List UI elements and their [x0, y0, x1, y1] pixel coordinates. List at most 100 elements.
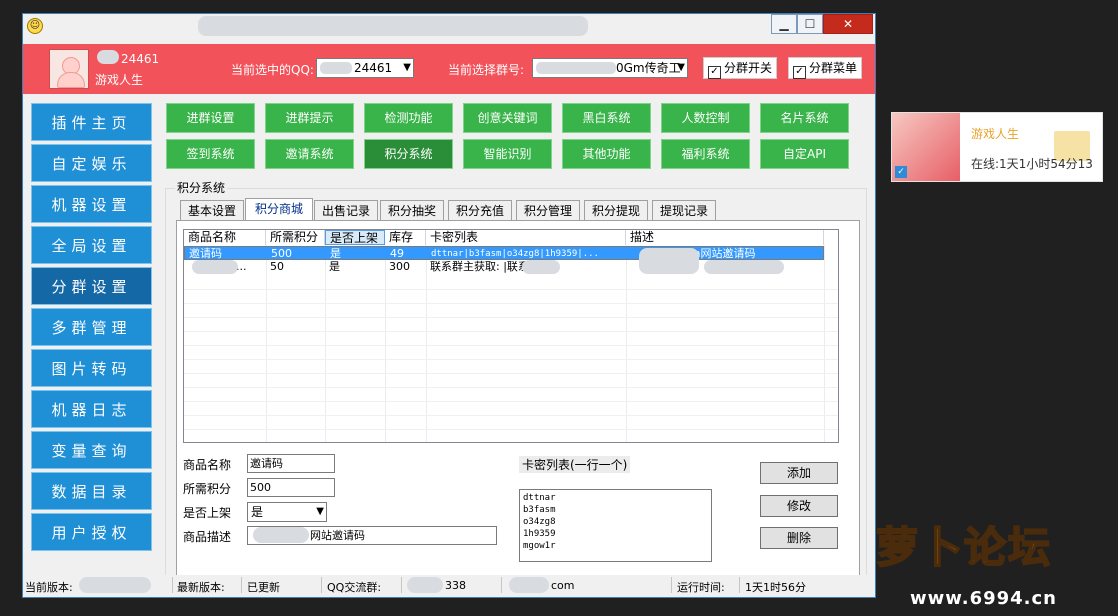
redacted-site: [509, 577, 549, 593]
profile-card[interactable]: ✓ 游戏人生 在线:1天1小时54分13: [891, 112, 1103, 182]
tab-withdraw[interactable]: 积分提现: [584, 200, 648, 220]
forum-watermark: 萝卜论坛 www.6994.cn: [870, 510, 1118, 616]
cards-label: 卡密列表(一行一个): [519, 456, 631, 473]
qq-select[interactable]: 24461 ▼: [316, 58, 414, 78]
btn-invite[interactable]: 邀请系统: [265, 139, 354, 169]
group-menu-checkbox[interactable]: ✓ 分群菜单: [788, 57, 863, 79]
sidebar-item-global-settings[interactable]: 全局设置: [31, 226, 152, 264]
sidebar-item-data-directory[interactable]: 数据目录: [31, 472, 152, 510]
app-logo-icon: ☺: [27, 18, 43, 34]
redacted-row-desc: [639, 248, 699, 274]
btn-blackwhite[interactable]: 黑白系统: [562, 103, 651, 133]
redacted-desc: [253, 527, 309, 543]
btn-checkin[interactable]: 签到系统: [166, 139, 255, 169]
group-switch-label: 分群开关: [724, 61, 773, 75]
listed-select[interactable]: 是 ▼: [247, 502, 327, 522]
cards-textarea[interactable]: dttnar b3fasm o34zg8 1h9359 mgow1r: [519, 489, 712, 562]
add-button[interactable]: 添加: [760, 462, 838, 484]
watermark-url: www.6994.cn: [910, 588, 1057, 609]
sidebar-item-bot-log[interactable]: 机器日志: [31, 390, 152, 428]
qq-select-value: 24461: [354, 61, 393, 75]
sidebar-item-custom-fun[interactable]: 自定娱乐: [31, 144, 152, 182]
card-line: dttnar: [523, 493, 556, 503]
qq-group-value: 338: [445, 579, 466, 592]
sidebar-item-bot-settings[interactable]: 机器设置: [31, 185, 152, 223]
points-input[interactable]: 500: [247, 478, 335, 497]
avatar[interactable]: [49, 49, 89, 89]
col-listed[interactable]: 是否上架: [325, 230, 385, 245]
cell-listed: 是: [330, 247, 341, 260]
col-desc[interactable]: 描述: [626, 230, 824, 245]
name-label: 商品名称: [183, 458, 232, 472]
btn-welfare[interactable]: 福利系统: [661, 139, 750, 169]
cell-points: 50: [270, 260, 284, 273]
col-name[interactable]: 商品名称: [184, 230, 266, 245]
main-window: ☺ ▁ ☐ ✕ 24461 游戏人生 当前选中的QQ: 24461 ▼ 当前选择群…: [22, 13, 876, 598]
name-input[interactable]: 邀请码: [247, 454, 335, 473]
sidebar-item-user-auth[interactable]: 用户授权: [31, 513, 152, 551]
card-line: o34zg8: [523, 517, 556, 527]
sidebar-item-variable-query[interactable]: 变量查询: [31, 431, 152, 469]
product-table[interactable]: 商品名称 所需积分 是否上架 库存 卡密列表 描述 邀请码 500 是 49 d…: [183, 229, 839, 443]
profile-card-online: 在线:1天1小时54分13: [971, 157, 1093, 171]
btn-join-tips[interactable]: 进群提示: [265, 103, 354, 133]
cell-points: 500: [271, 247, 292, 260]
close-button[interactable]: ✕: [823, 14, 873, 34]
card-line: mgow1r: [523, 541, 556, 551]
chevron-down-icon: ▼: [316, 506, 324, 517]
group-select[interactable]: 0Gm传奇工 ▼: [532, 58, 688, 78]
chevron-down-icon: ▼: [403, 62, 411, 73]
site-value: com: [551, 579, 575, 592]
btn-smart-recognition[interactable]: 智能识别: [463, 139, 552, 169]
account-header: 24461 游戏人生 当前选中的QQ: 24461 ▼ 当前选择群号: 0Gm传奇…: [23, 44, 875, 94]
edit-button[interactable]: 修改: [760, 495, 838, 517]
redacted-qq: [97, 50, 119, 64]
tab-basic-settings[interactable]: 基本设置: [180, 200, 244, 220]
listed-select-value: 是: [251, 505, 264, 519]
sidebar-item-multi-group[interactable]: 多群管理: [31, 308, 152, 346]
cell-cards: dttnar|b3fasm|o34zg8|1h9359|...: [431, 249, 599, 259]
col-cards[interactable]: 卡密列表: [426, 230, 626, 245]
col-points[interactable]: 所需积分: [266, 230, 325, 245]
group-title: 积分系统: [175, 179, 228, 196]
tab-recharge[interactable]: 积分充值: [448, 200, 512, 220]
btn-detection[interactable]: 检测功能: [364, 103, 453, 133]
tab-withdraw-record[interactable]: 提现记录: [652, 200, 716, 220]
tab-sales-record[interactable]: 出售记录: [314, 200, 378, 220]
btn-points[interactable]: 积分系统: [364, 139, 453, 169]
table-row[interactable]: 邀请码 500 是 49 dttnar|b3fasm|o34zg8|1h9359…: [184, 246, 824, 260]
cell-listed: 是: [329, 260, 340, 273]
chevron-down-icon: ▼: [677, 62, 685, 73]
minimize-button[interactable]: ▁: [771, 14, 797, 34]
sidebar-item-group-settings[interactable]: 分群设置: [31, 267, 152, 305]
tab-points-mall[interactable]: 积分商城: [245, 198, 313, 221]
btn-keywords[interactable]: 创意关键词: [463, 103, 552, 133]
delete-button[interactable]: 删除: [760, 527, 838, 549]
tab-lottery[interactable]: 积分抽奖: [380, 200, 444, 220]
redacted-version: [79, 577, 151, 593]
group-menu-label: 分群菜单: [809, 61, 858, 75]
qq-group-label: QQ交流群:: [327, 581, 382, 594]
points-label: 所需积分: [183, 482, 232, 496]
sidebar-item-image-transcode[interactable]: 图片转码: [31, 349, 152, 387]
group-select-value: 0Gm传奇工: [616, 61, 681, 75]
btn-custom-api[interactable]: 自定API: [760, 139, 849, 169]
btn-join-settings[interactable]: 进群设置: [166, 103, 255, 133]
cell-stock: 49: [390, 247, 404, 260]
maximize-button[interactable]: ☐: [797, 14, 823, 34]
nickname: 游戏人生: [95, 73, 144, 87]
col-stock[interactable]: 库存: [385, 230, 426, 245]
current-qq-label: 当前选中的QQ:: [231, 63, 314, 77]
btn-namecard[interactable]: 名片系统: [760, 103, 849, 133]
watermark-logo: 萝卜论坛: [875, 522, 1053, 573]
latest-value: 已更新: [247, 581, 280, 594]
runtime-value: 1天1时56分: [745, 581, 806, 594]
btn-other[interactable]: 其他功能: [562, 139, 651, 169]
sidebar-item-home[interactable]: 插件主页: [31, 103, 152, 141]
desc-label: 商品描述: [183, 530, 232, 544]
tab-points-manage[interactable]: 积分管理: [516, 200, 580, 220]
redacted-qq-group: [407, 577, 443, 593]
group-switch-checkbox[interactable]: ✓ 分群开关: [703, 57, 778, 79]
qq-number: 24461: [121, 52, 160, 66]
btn-member-control[interactable]: 人数控制: [661, 103, 750, 133]
